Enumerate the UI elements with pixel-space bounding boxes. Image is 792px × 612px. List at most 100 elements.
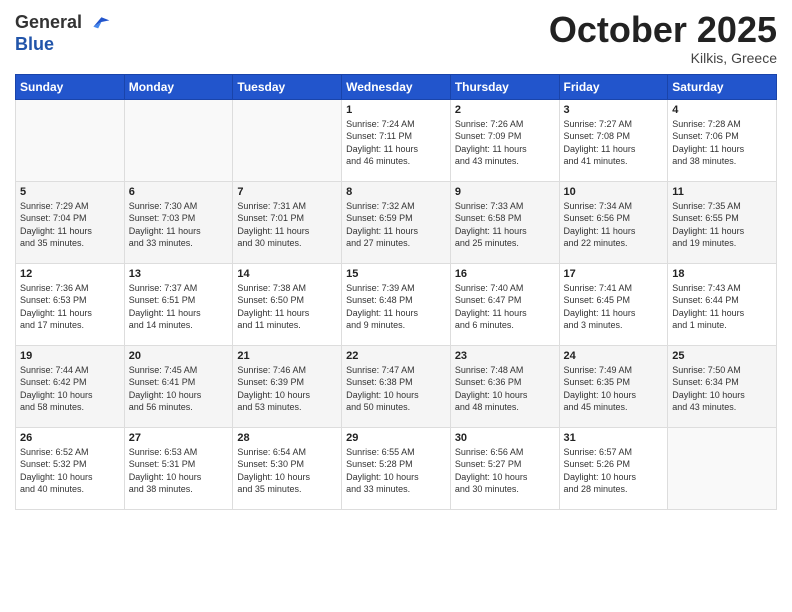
- day-info: Sunrise: 7:35 AM Sunset: 6:55 PM Dayligh…: [672, 200, 772, 250]
- calendar-cell: 16Sunrise: 7:40 AM Sunset: 6:47 PM Dayli…: [450, 263, 559, 345]
- day-info: Sunrise: 7:50 AM Sunset: 6:34 PM Dayligh…: [672, 364, 772, 414]
- day-number: 14: [237, 268, 337, 280]
- day-number: 26: [20, 432, 120, 444]
- day-number: 7: [237, 186, 337, 198]
- day-info: Sunrise: 6:54 AM Sunset: 5:30 PM Dayligh…: [237, 446, 337, 496]
- day-info: Sunrise: 7:34 AM Sunset: 6:56 PM Dayligh…: [564, 200, 664, 250]
- day-info: Sunrise: 7:49 AM Sunset: 6:35 PM Dayligh…: [564, 364, 664, 414]
- day-number: 11: [672, 186, 772, 198]
- calendar-cell: 3Sunrise: 7:27 AM Sunset: 7:08 PM Daylig…: [559, 99, 668, 181]
- calendar-week-3: 12Sunrise: 7:36 AM Sunset: 6:53 PM Dayli…: [16, 263, 777, 345]
- day-number: 10: [564, 186, 664, 198]
- day-info: Sunrise: 7:32 AM Sunset: 6:59 PM Dayligh…: [346, 200, 446, 250]
- day-info: Sunrise: 7:38 AM Sunset: 6:50 PM Dayligh…: [237, 282, 337, 332]
- calendar-cell: 13Sunrise: 7:37 AM Sunset: 6:51 PM Dayli…: [124, 263, 233, 345]
- calendar-cell: 17 Sunrise: 7:41 AM Sunset: 6:45 PM Dayli…: [559, 263, 668, 345]
- calendar-cell: 14 Sunrise: 7:38 AM Sunset: 6:50 PM Dayli…: [233, 263, 342, 345]
- header-tuesday: Tuesday: [233, 74, 342, 99]
- header: General Blue October 2025 Kilkis, Greece: [15, 10, 777, 66]
- day-info: Sunrise: 7:36 AM Sunset: 6:53 PM Dayligh…: [20, 282, 120, 332]
- logo: General Blue: [15, 10, 111, 55]
- day-info: Sunrise: 7:26 AM Sunset: 7:09 PM Dayligh…: [455, 118, 555, 168]
- logo-text-block: General Blue: [15, 10, 111, 55]
- day-number: 2: [455, 104, 555, 116]
- day-info: Sunrise: 7:33 AM Sunset: 6:58 PM Dayligh…: [455, 200, 555, 250]
- day-info: Sunrise: 7:39 AM Sunset: 6:48 PM Dayligh…: [346, 282, 446, 332]
- calendar-table: Sunday Monday Tuesday Wednesday Thursday…: [15, 74, 777, 510]
- day-info: Sunrise: 7:24 AM Sunset: 7:11 PM Dayligh…: [346, 118, 446, 168]
- day-info: Sunrise: 7:41 AM Sunset: 6:45 PM Dayligh…: [564, 282, 664, 332]
- day-info: Sunrise: 6:53 AM Sunset: 5:31 PM Dayligh…: [129, 446, 229, 496]
- calendar-cell: 23 Sunrise: 7:48 AM Sunset: 6:36 PM Dayli…: [450, 345, 559, 427]
- calendar-cell: [124, 99, 233, 181]
- header-friday: Friday: [559, 74, 668, 99]
- day-info: Sunrise: 6:55 AM Sunset: 5:28 PM Dayligh…: [346, 446, 446, 496]
- day-number: 27: [129, 432, 229, 444]
- calendar-cell: 27 Sunrise: 6:53 AM Sunset: 5:31 PM Dayli…: [124, 427, 233, 509]
- day-info: Sunrise: 7:46 AM Sunset: 6:39 PM Dayligh…: [237, 364, 337, 414]
- calendar-cell: 8 Sunrise: 7:32 AM Sunset: 6:59 PM Daylig…: [342, 181, 451, 263]
- calendar-week-4: 19 Sunrise: 7:44 AM Sunset: 6:42 PM Dayli…: [16, 345, 777, 427]
- calendar-cell: 5Sunrise: 7:29 AM Sunset: 7:04 PM Daylig…: [16, 181, 125, 263]
- calendar-cell: 1 Sunrise: 7:24 AM Sunset: 7:11 PM Daylig…: [342, 99, 451, 181]
- day-info: Sunrise: 7:44 AM Sunset: 6:42 PM Dayligh…: [20, 364, 120, 414]
- day-number: 9: [455, 186, 555, 198]
- day-number: 1: [346, 104, 446, 116]
- day-info: Sunrise: 7:43 AM Sunset: 6:44 PM Dayligh…: [672, 282, 772, 332]
- calendar-week-2: 5Sunrise: 7:29 AM Sunset: 7:04 PM Daylig…: [16, 181, 777, 263]
- day-info: Sunrise: 7:29 AM Sunset: 7:04 PM Dayligh…: [20, 200, 120, 250]
- day-number: 17: [564, 268, 664, 280]
- calendar-cell: 11 Sunrise: 7:35 AM Sunset: 6:55 PM Dayli…: [668, 181, 777, 263]
- day-number: 30: [455, 432, 555, 444]
- calendar-cell: 6 Sunrise: 7:30 AM Sunset: 7:03 PM Daylig…: [124, 181, 233, 263]
- day-number: 21: [237, 350, 337, 362]
- day-number: 19: [20, 350, 120, 362]
- calendar-cell: 15Sunrise: 7:39 AM Sunset: 6:48 PM Dayli…: [342, 263, 451, 345]
- title-block: October 2025 Kilkis, Greece: [549, 10, 777, 66]
- header-sunday: Sunday: [16, 74, 125, 99]
- calendar-header-row: Sunday Monday Tuesday Wednesday Thursday…: [16, 74, 777, 99]
- calendar-cell: 26Sunrise: 6:52 AM Sunset: 5:32 PM Dayli…: [16, 427, 125, 509]
- day-number: 6: [129, 186, 229, 198]
- header-monday: Monday: [124, 74, 233, 99]
- day-info: Sunrise: 7:47 AM Sunset: 6:38 PM Dayligh…: [346, 364, 446, 414]
- day-info: Sunrise: 7:27 AM Sunset: 7:08 PM Dayligh…: [564, 118, 664, 168]
- day-number: 25: [672, 350, 772, 362]
- calendar-cell: 28 Sunrise: 6:54 AM Sunset: 5:30 PM Dayli…: [233, 427, 342, 509]
- day-info: Sunrise: 7:48 AM Sunset: 6:36 PM Dayligh…: [455, 364, 555, 414]
- calendar-cell: 10 Sunrise: 7:34 AM Sunset: 6:56 PM Dayli…: [559, 181, 668, 263]
- calendar-cell: 30 Sunrise: 6:56 AM Sunset: 5:27 PM Dayli…: [450, 427, 559, 509]
- day-info: Sunrise: 6:57 AM Sunset: 5:26 PM Dayligh…: [564, 446, 664, 496]
- logo-blue: Blue: [15, 34, 54, 55]
- calendar-cell: 18Sunrise: 7:43 AM Sunset: 6:44 PM Dayli…: [668, 263, 777, 345]
- calendar-cell: 24 Sunrise: 7:49 AM Sunset: 6:35 PM Dayli…: [559, 345, 668, 427]
- header-saturday: Saturday: [668, 74, 777, 99]
- day-number: 29: [346, 432, 446, 444]
- day-number: 22: [346, 350, 446, 362]
- day-number: 28: [237, 432, 337, 444]
- calendar-week-1: 1 Sunrise: 7:24 AM Sunset: 7:11 PM Daylig…: [16, 99, 777, 181]
- day-info: Sunrise: 7:31 AM Sunset: 7:01 PM Dayligh…: [237, 200, 337, 250]
- calendar-cell: 2 Sunrise: 7:26 AM Sunset: 7:09 PM Daylig…: [450, 99, 559, 181]
- day-info: Sunrise: 7:28 AM Sunset: 7:06 PM Dayligh…: [672, 118, 772, 168]
- calendar-cell: 7 Sunrise: 7:31 AM Sunset: 7:01 PM Daylig…: [233, 181, 342, 263]
- day-number: 16: [455, 268, 555, 280]
- calendar-cell: 20Sunrise: 7:45 AM Sunset: 6:41 PM Dayli…: [124, 345, 233, 427]
- day-number: 24: [564, 350, 664, 362]
- day-info: Sunrise: 7:30 AM Sunset: 7:03 PM Dayligh…: [129, 200, 229, 250]
- day-info: Sunrise: 6:56 AM Sunset: 5:27 PM Dayligh…: [455, 446, 555, 496]
- page: General Blue October 2025 Kilkis, Greece…: [0, 0, 792, 612]
- day-number: 8: [346, 186, 446, 198]
- calendar-cell: [233, 99, 342, 181]
- calendar-cell: 12Sunrise: 7:36 AM Sunset: 6:53 PM Dayli…: [16, 263, 125, 345]
- header-thursday: Thursday: [450, 74, 559, 99]
- calendar-cell: 29 Sunrise: 6:55 AM Sunset: 5:28 PM Dayli…: [342, 427, 451, 509]
- logo-general: General: [15, 12, 82, 33]
- logo-bird-icon: [87, 10, 111, 34]
- day-number: 23: [455, 350, 555, 362]
- day-number: 31: [564, 432, 664, 444]
- day-info: Sunrise: 7:37 AM Sunset: 6:51 PM Dayligh…: [129, 282, 229, 332]
- header-wednesday: Wednesday: [342, 74, 451, 99]
- day-number: 4: [672, 104, 772, 116]
- calendar-cell: [668, 427, 777, 509]
